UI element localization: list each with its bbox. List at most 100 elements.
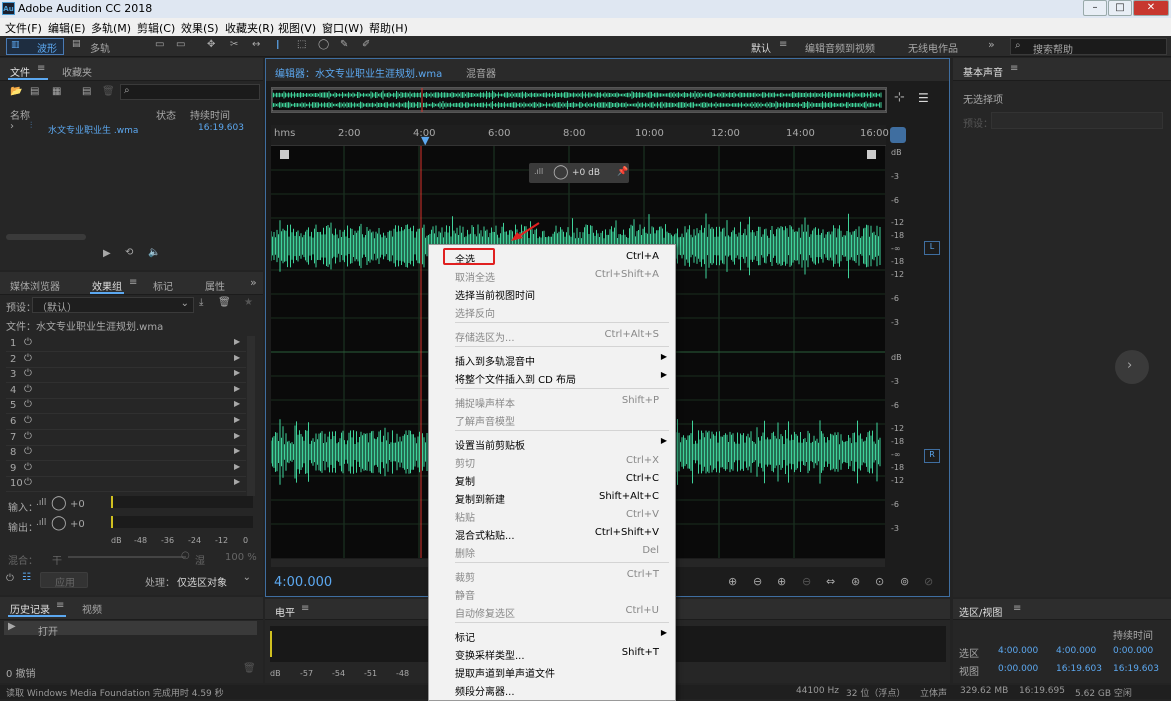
move-tool-icon[interactable]: ✥: [207, 39, 215, 50]
new-file-icon[interactable]: ▦: [52, 86, 61, 97]
brush-tool-icon[interactable]: ✎: [340, 39, 348, 50]
power-icon[interactable]: ⏻: [24, 384, 32, 395]
zoom-out-point-icon[interactable]: ⊚: [900, 575, 909, 588]
menu-favorites[interactable]: 收藏夹(R): [225, 20, 274, 36]
mix-slider[interactable]: [68, 556, 186, 558]
effect-slot[interactable]: 9 ⏻ ▶: [6, 462, 246, 477]
menu-view[interactable]: 视图(V): [278, 20, 316, 36]
power-icon[interactable]: ⏻: [24, 431, 32, 442]
workspace-menu-icon[interactable]: ≡: [779, 39, 787, 50]
tab-files[interactable]: 文件: [10, 64, 30, 79]
workspace-edit-video[interactable]: 编辑音频到视频: [805, 40, 875, 55]
fade-in-handle[interactable]: [280, 150, 289, 159]
apply-button[interactable]: 应用: [40, 572, 88, 589]
power-icon[interactable]: ⏻: [24, 399, 32, 410]
context-menu-item[interactable]: 了解声音模型: [429, 410, 675, 428]
context-menu-item[interactable]: 混合式粘贴... Ctrl+Shift+V: [429, 524, 675, 542]
column-status[interactable]: 状态: [156, 107, 176, 122]
tab-history[interactable]: 历史记录: [10, 601, 50, 616]
tab-effects-rack[interactable]: 效果组: [92, 278, 122, 293]
menu-edit[interactable]: 编辑(E): [48, 20, 86, 36]
context-menu-item[interactable]: 将整个文件插入到 CD 布局 ▶: [429, 368, 675, 386]
pin-icon[interactable]: 📌: [617, 167, 628, 177]
tab-favorites[interactable]: 收藏夹: [62, 64, 92, 79]
triangle-right-icon[interactable]: ▶: [234, 477, 240, 486]
files-scrollbar[interactable]: [6, 234, 86, 240]
process-dropdown[interactable]: 仅选区对象 ⌄: [173, 572, 253, 589]
power-icon[interactable]: ⏻: [24, 446, 32, 457]
slip-tool-icon[interactable]: ↔: [252, 39, 260, 50]
effect-slot[interactable]: 4 ⏻ ▶: [6, 384, 246, 399]
next-page-button[interactable]: ›: [1115, 350, 1149, 384]
context-menu-item[interactable]: 复制 Ctrl+C: [429, 470, 675, 488]
expand-icon[interactable]: ›: [10, 121, 14, 132]
tab-video[interactable]: 视频: [82, 601, 102, 616]
menu-file[interactable]: 文件(F): [5, 20, 42, 36]
razor-tool-icon[interactable]: ✂: [230, 39, 238, 50]
import-file-icon[interactable]: ▤: [30, 86, 39, 97]
menu-help[interactable]: 帮助(H): [369, 20, 408, 36]
more-workspaces-icon[interactable]: »: [988, 38, 995, 51]
context-menu-item[interactable]: 复制到新建 Shift+Alt+C: [429, 488, 675, 506]
play-icon[interactable]: ▶: [103, 248, 111, 259]
delete-preset-icon[interactable]: 🗑: [218, 297, 231, 308]
file-row[interactable]: › ⫶ 水文专业职业生 .wma 16:19.603: [4, 121, 260, 136]
panel-menu-icon[interactable]: ≡: [1013, 603, 1021, 614]
gain-hud[interactable]: .ıll ◯ +0 dB 📌: [529, 163, 629, 183]
output-gain-knob[interactable]: ◯: [51, 515, 67, 531]
time-ruler[interactable]: hms 2:00 4:00 6:00 8:00 10:00 12:00 14:0…: [271, 125, 889, 147]
triangle-right-icon[interactable]: ▶: [234, 446, 240, 455]
spectral-display-icon[interactable]: ▭: [155, 39, 164, 50]
menu-clip[interactable]: 剪辑(C): [137, 20, 175, 36]
minimize-icon[interactable]: –: [1083, 0, 1107, 16]
context-menu-item[interactable]: 自动修复选区 Ctrl+U: [429, 602, 675, 620]
zoom-in-time-icon[interactable]: ⊕: [777, 575, 786, 588]
view-duration[interactable]: 16:19.603: [1113, 664, 1159, 674]
file-filter-input[interactable]: ⌕: [120, 84, 260, 100]
menu-effects[interactable]: 效果(S): [181, 20, 219, 36]
channel-l-toggle[interactable]: L: [924, 241, 940, 255]
selection-end[interactable]: 4:00.000: [1056, 646, 1096, 656]
context-menu-item[interactable]: 插入到多轨混音中 ▶: [429, 350, 675, 368]
context-menu-item[interactable]: 提取声道到单声道文件: [429, 662, 675, 680]
context-menu-item[interactable]: 剪切 Ctrl+X: [429, 452, 675, 470]
column-duration[interactable]: 持续时间: [190, 107, 230, 122]
context-menu-item[interactable]: 静音: [429, 584, 675, 602]
power-icon[interactable]: ⏻: [24, 368, 32, 379]
mix-slider-handle[interactable]: ○: [181, 550, 190, 561]
zoom-selection-icon[interactable]: ⊛: [851, 575, 860, 588]
zoom-out-amplitude-icon[interactable]: ⊖: [753, 575, 762, 588]
context-menu-item[interactable]: 存储选区为... Ctrl+Alt+S: [429, 326, 675, 344]
power-icon[interactable]: ⏻: [24, 415, 32, 426]
tab-markers[interactable]: 标记: [153, 278, 173, 293]
tab-properties[interactable]: 属性: [205, 278, 225, 293]
overview-navigator[interactable]: [271, 87, 887, 113]
effect-slot[interactable]: 1 ⏻ ▶: [6, 337, 246, 352]
tab-editor[interactable]: 编辑器：水文专业职业生涯规划.wma: [275, 65, 442, 80]
selection-duration[interactable]: 0:00.000: [1113, 646, 1153, 656]
history-item[interactable]: ▶ 打开: [4, 621, 257, 638]
channel-r-toggle[interactable]: R: [924, 449, 940, 463]
spot-heal-tool-icon[interactable]: ✐: [362, 39, 370, 50]
zoom-in-amplitude-icon[interactable]: ⊕: [728, 575, 737, 588]
view-start[interactable]: 0:00.000: [998, 664, 1038, 674]
loop-icon[interactable]: ⟲: [125, 247, 133, 258]
panel-menu-icon[interactable]: ≡: [56, 600, 64, 611]
context-menu-item[interactable]: 取消全选 Ctrl+Shift+A: [429, 266, 675, 284]
menu-multitrack[interactable]: 多轨(M): [91, 20, 131, 36]
save-preset-icon[interactable]: ⤓: [199, 297, 203, 308]
context-menu-item[interactable]: 选择反向: [429, 302, 675, 320]
context-menu-item[interactable]: 标记 ▶: [429, 626, 675, 644]
delete-history-icon[interactable]: 🗑: [243, 663, 256, 674]
panel-menu-icon[interactable]: ≡: [37, 63, 45, 74]
tab-media-browser[interactable]: 媒体浏览器: [10, 278, 60, 293]
context-menu-item[interactable]: 频段分离器...: [429, 680, 675, 698]
context-menu-item[interactable]: 捕捉噪声样本 Shift+P: [429, 392, 675, 410]
time-selection-tool-icon[interactable]: I: [276, 38, 280, 52]
panel-options-icon[interactable]: ☰: [918, 91, 929, 105]
triangle-right-icon[interactable]: ▶: [234, 399, 240, 408]
context-menu-item[interactable]: 删除 Del: [429, 542, 675, 560]
lasso-tool-icon[interactable]: ◯: [318, 39, 329, 50]
list-view-icon[interactable]: ☷: [22, 572, 31, 583]
triangle-right-icon[interactable]: ▶: [234, 431, 240, 440]
